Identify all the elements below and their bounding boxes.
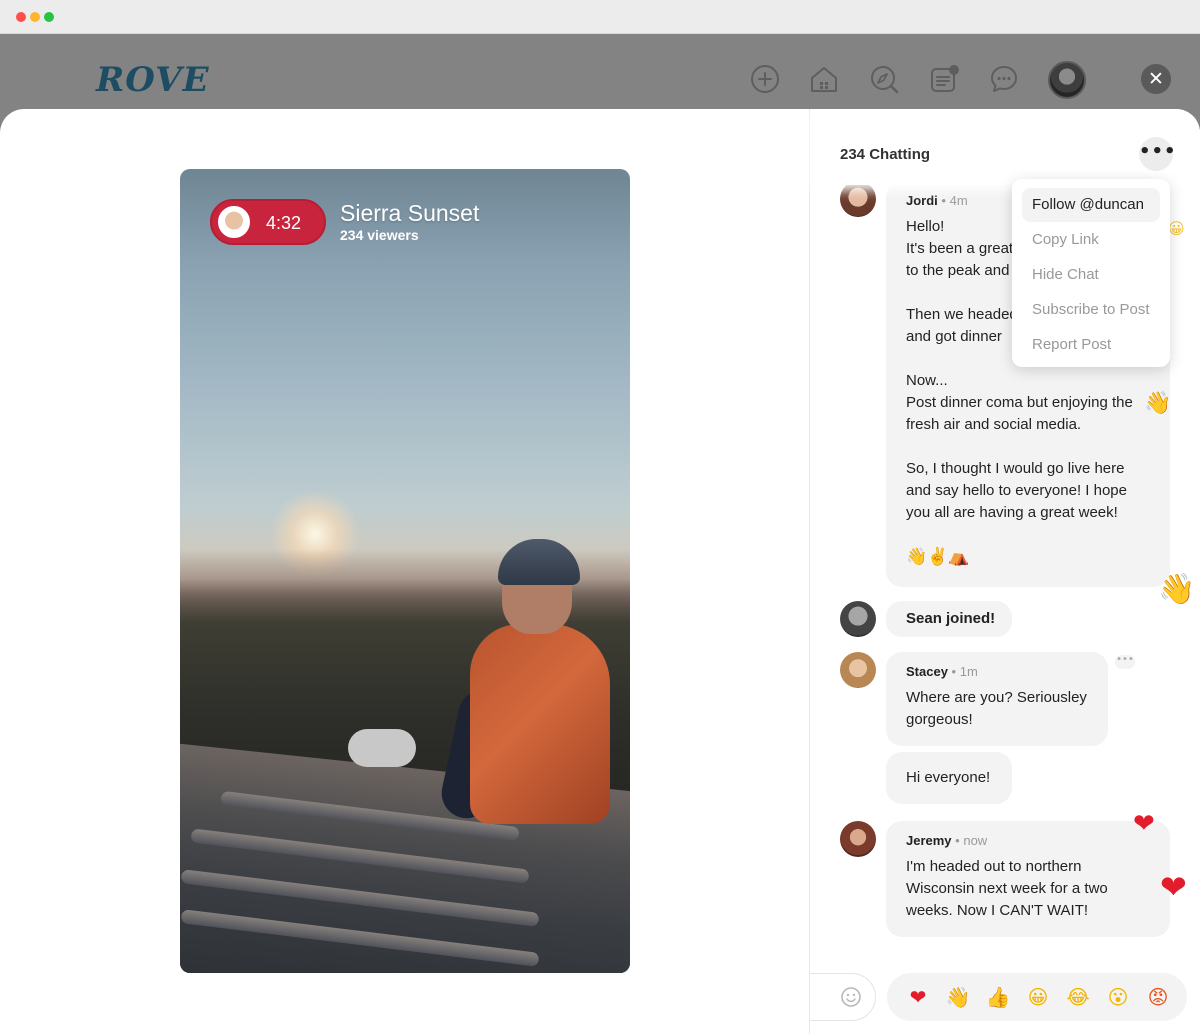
panel-divider [809, 109, 810, 1034]
chat-options-menu: Follow @duncan Copy Link Hide Chat Subsc… [1012, 179, 1170, 367]
window-minimize-dot[interactable] [30, 12, 40, 22]
message-line: I'm headed out to northern [906, 858, 1082, 875]
chat-message: Jeremy • now I'm headed out to northern … [886, 821, 1170, 937]
reaction-grin-icon[interactable]: 😀 [1024, 983, 1052, 1011]
live-timer: 4:32 [266, 213, 302, 233]
message-line: you all are having a great week! [906, 504, 1118, 521]
floating-reaction-grin-icon: 😀 [1168, 219, 1185, 238]
reaction-thumbs-up-icon[interactable]: 👍 [984, 983, 1012, 1011]
stream-title: Sierra Sunset [340, 200, 480, 226]
chatting-count: 234 Chatting [840, 146, 931, 163]
home-icon[interactable] [808, 63, 840, 95]
streamer-avatar[interactable] [218, 206, 250, 238]
system-join-message: Sean joined! [886, 601, 1012, 637]
message-meta: Stacey • 1m [906, 664, 978, 679]
video-scene-person [470, 624, 610, 824]
message-line: Then we headed [906, 306, 1018, 323]
menu-item-hide-chat[interactable]: Hide Chat [1012, 258, 1170, 292]
floating-reaction-wave-icon: 👋 [1158, 572, 1196, 607]
message-author[interactable]: Jeremy [906, 833, 952, 848]
reaction-wave-icon[interactable]: 👋 [944, 983, 972, 1011]
floating-reaction-heart-icon: ❤ [1133, 809, 1155, 839]
reaction-angry-icon[interactable]: 😡 [1144, 983, 1172, 1011]
floating-reaction-heart-icon: ❤ [1160, 868, 1187, 906]
message-line: to the peak and [906, 262, 1010, 279]
menu-item-report[interactable]: Report Post [1012, 328, 1170, 362]
message-line: and say hello to everyone! I hope [906, 482, 1127, 499]
live-video-player[interactable]: 4:32 Sierra Sunset 234 viewers [180, 169, 630, 973]
message-time: • now [955, 833, 988, 848]
create-post-icon[interactable] [749, 63, 781, 95]
live-stream-modal: 4:32 Sierra Sunset 234 viewers Jordi • 4… [0, 109, 1200, 1034]
video-scene-dog [348, 729, 416, 767]
message-more-button[interactable]: ••• [1115, 655, 1135, 669]
reaction-laugh-icon[interactable]: 😂 [1064, 983, 1092, 1011]
avatar-jordi[interactable] [840, 181, 876, 217]
message-line: weeks. Now I CAN'T WAIT! [906, 902, 1089, 919]
message-emoji-line: 👋✌️⛺ [906, 547, 970, 567]
message-meta: Jordi • 4m [906, 193, 968, 208]
message-time: • 4m [941, 193, 968, 208]
avatar-stacey[interactable] [840, 652, 876, 688]
message-line: Where are you? Seriousley [906, 689, 1087, 706]
menu-item-subscribe[interactable]: Subscribe to Post [1012, 293, 1170, 327]
emoji-picker-icon[interactable] [840, 986, 862, 1008]
menu-item-copy-link[interactable]: Copy Link [1012, 223, 1170, 257]
avatar-sean[interactable] [840, 601, 876, 637]
message-line: So, I thought I would go live here [906, 460, 1125, 477]
window-titlebar [0, 0, 1200, 34]
message-line: gorgeous! [906, 711, 973, 728]
video-scene-person-cap [498, 539, 580, 585]
more-dots-icon: ••• [1139, 141, 1177, 162]
messages-chat-icon[interactable] [988, 63, 1020, 95]
rove-logo[interactable]: ROVE [96, 60, 210, 100]
chat-more-options-button[interactable]: ••• [1139, 137, 1176, 171]
message-line: It's been a great [906, 240, 1014, 257]
message-time: • 1m [951, 664, 978, 679]
reaction-heart-icon[interactable]: ❤ [904, 983, 932, 1011]
reaction-surprised-icon[interactable]: 😮 [1104, 983, 1132, 1011]
notifications-list-icon[interactable] [928, 63, 960, 95]
message-meta: Jeremy • now [906, 833, 987, 848]
message-line: Hi everyone! [906, 769, 991, 786]
message-line: Hello! [906, 218, 945, 235]
live-timer-badge: 4:32 [210, 199, 326, 245]
viewer-count: 234 viewers [340, 227, 419, 243]
message-author[interactable]: Stacey [906, 664, 948, 679]
chat-composer [810, 973, 876, 1021]
message-line: Wisconsin next week for a two [906, 880, 1108, 897]
message-line: fresh air and social media. [906, 416, 1082, 433]
message-line: Post dinner coma but enjoying the [906, 394, 1133, 411]
quick-reaction-bar: ❤ 👋 👍 😀 😂 😮 😡 [887, 973, 1187, 1021]
menu-item-follow[interactable]: Follow @duncan [1022, 188, 1160, 222]
message-line: and got dinner [906, 328, 1002, 345]
message-author[interactable]: Jordi [906, 193, 938, 208]
chat-input[interactable] [810, 982, 830, 1012]
floating-reaction-wave-icon: 👋 [1144, 391, 1172, 416]
explore-compass-icon[interactable] [868, 63, 900, 95]
window-maximize-dot[interactable] [44, 12, 54, 22]
window-close-dot[interactable] [16, 12, 26, 22]
chat-message: Stacey • 1m Where are you? Seriousley go… [886, 652, 1108, 746]
chat-message: Hi everyone! [886, 752, 1012, 804]
close-icon: ✕ [1148, 68, 1164, 90]
close-modal-button[interactable]: ✕ [1141, 64, 1171, 94]
join-notice: Sean joined! [906, 610, 996, 627]
message-line: Now... [906, 372, 948, 389]
avatar-jeremy[interactable] [840, 821, 876, 857]
profile-avatar[interactable] [1048, 61, 1086, 99]
